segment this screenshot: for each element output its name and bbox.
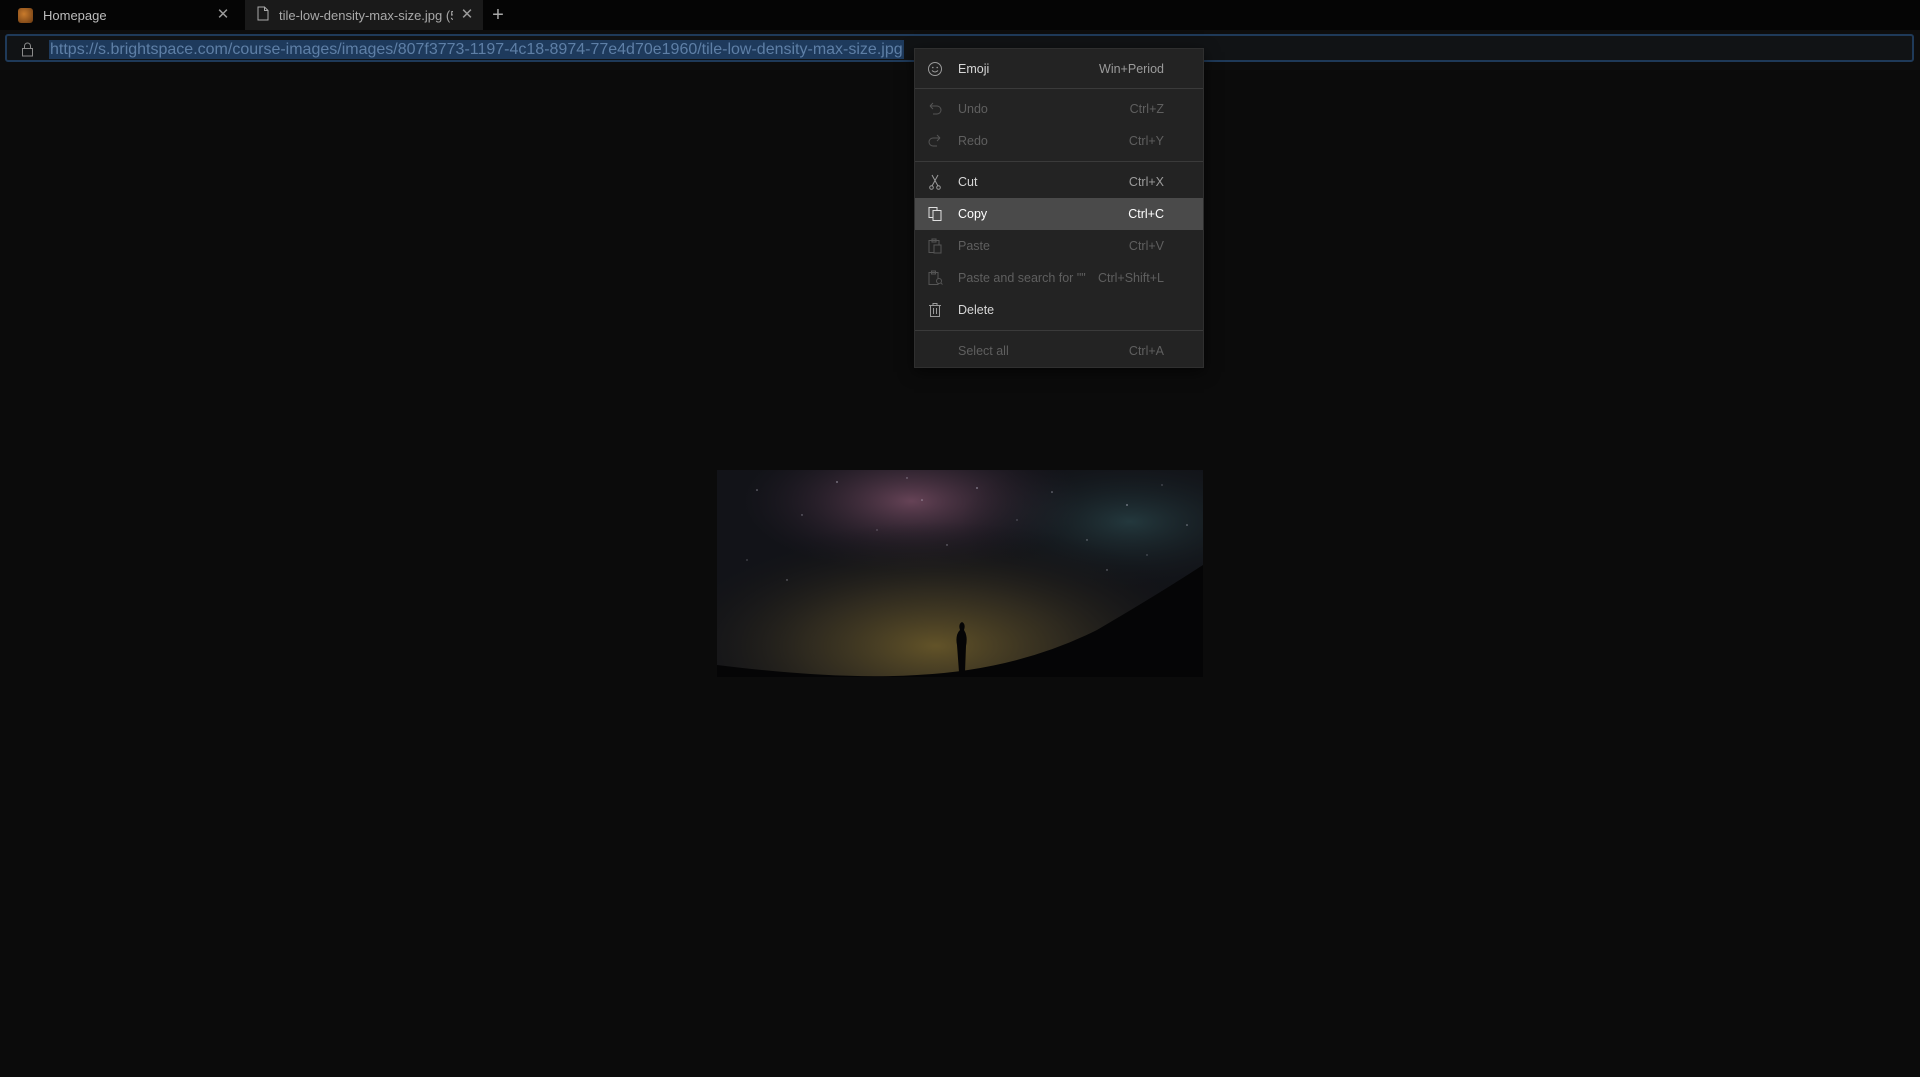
url-host-path: s.brightspace.com/course-images/images/8… [98, 41, 903, 58]
menu-item-shortcut: Ctrl+V [1128, 239, 1164, 253]
emoji-icon [927, 61, 943, 77]
menu-item-shortcut: Ctrl+C [1128, 207, 1164, 221]
menu-item-label: Select all [958, 344, 1009, 358]
menu-item-shortcut: Ctrl+X [1128, 175, 1164, 189]
menu-item-shortcut: Ctrl+Z [1129, 102, 1164, 116]
menu-item-shortcut: Ctrl+Shift+L [1097, 271, 1164, 285]
menu-item-label: Undo [958, 102, 988, 116]
menu-item-select-all[interactable]: Select all Ctrl+A [915, 335, 1203, 367]
menu-item-delete[interactable]: Delete [915, 294, 1203, 326]
menu-item-redo[interactable]: Redo Ctrl+Y [915, 125, 1203, 157]
site-favicon-icon [18, 7, 33, 23]
close-tab-icon[interactable]: ✕ [215, 7, 231, 23]
menu-item-label: Paste [958, 239, 990, 253]
menu-item-cut[interactable]: Cut Ctrl+X [915, 166, 1203, 198]
menu-item-label: Copy [958, 207, 988, 221]
menu-item-label: Paste and search for "" [958, 271, 1086, 285]
context-menu: Emoji Win+Period Undo Ctrl+Z Redo Ctrl+Y… [914, 48, 1204, 368]
new-tab-button[interactable]: + [483, 0, 513, 30]
menu-item-label: Cut [958, 175, 978, 189]
menu-item-copy[interactable]: Copy Ctrl+C [915, 198, 1203, 230]
menu-separator [915, 330, 1203, 331]
redo-icon [927, 133, 943, 149]
menu-item-shortcut: Ctrl+A [1128, 344, 1164, 358]
menu-item-paste[interactable]: Paste Ctrl+V [915, 230, 1203, 262]
plus-icon: + [492, 3, 504, 26]
menu-item-label: Emoji [958, 62, 990, 76]
tab-image[interactable]: tile-low-density-max-size.jpg (56 ✕ [245, 0, 483, 30]
menu-item-shortcut: Ctrl+Y [1128, 134, 1164, 148]
menu-separator [915, 88, 1203, 89]
menu-item-shortcut: Win+Period [1099, 62, 1164, 76]
document-icon [257, 6, 269, 24]
menu-item-paste-and-search[interactable]: Paste and search for "" Ctrl+Shift+L [915, 262, 1203, 294]
menu-item-label: Redo [958, 134, 988, 148]
cut-icon [927, 174, 943, 190]
close-tab-icon[interactable]: ✕ [459, 7, 475, 23]
night-sky-image[interactable] [717, 470, 1203, 677]
url-scheme: https:// [50, 41, 99, 58]
paste-icon [927, 238, 943, 254]
menu-item-label: Delete [958, 303, 995, 317]
menu-item-undo[interactable]: Undo Ctrl+Z [915, 93, 1203, 125]
copy-icon [927, 206, 943, 222]
tab-label: Homepage [43, 7, 107, 23]
tab-strip: Homepage ✕ tile-low-density-max-size.jpg… [0, 0, 1920, 30]
delete-icon [927, 302, 943, 318]
paste-search-icon [927, 270, 943, 286]
lock-icon[interactable] [21, 42, 34, 62]
menu-item-emoji[interactable]: Emoji Win+Period [915, 53, 1203, 85]
tab-homepage[interactable]: Homepage ✕ [0, 0, 245, 30]
undo-icon [927, 101, 943, 117]
tab-label: tile-low-density-max-size.jpg (56 [279, 7, 453, 23]
url-text-selected[interactable]: https://s.brightspace.com/course-images/… [49, 40, 904, 59]
menu-separator [915, 161, 1203, 162]
